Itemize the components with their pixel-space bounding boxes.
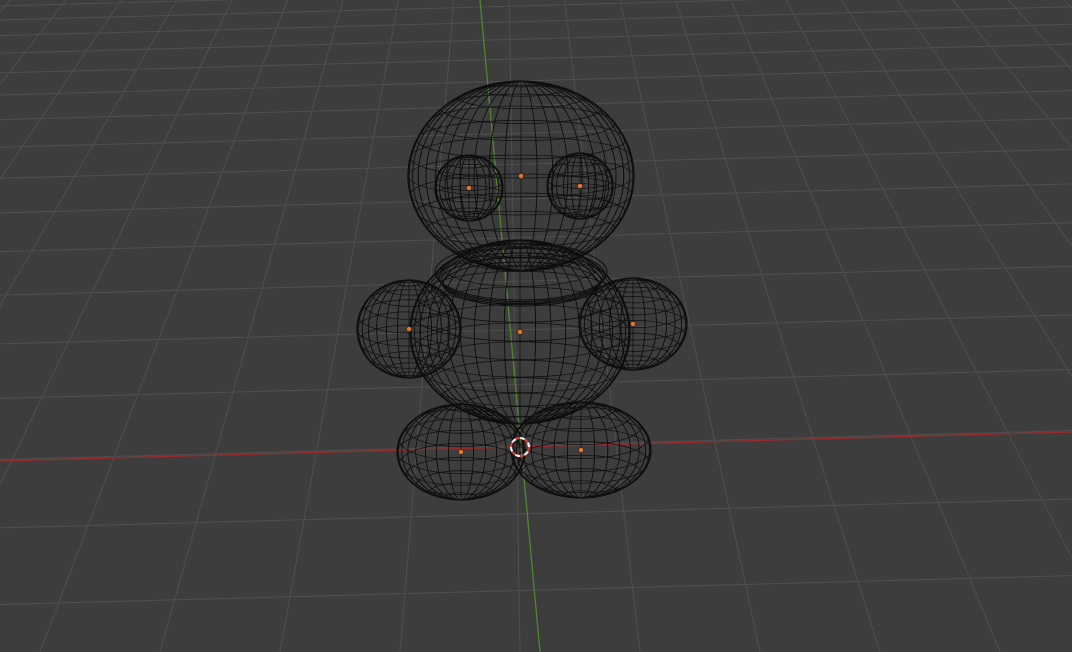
grid-line bbox=[0, 43, 1072, 74]
grid-line bbox=[0, 6, 1072, 37]
foot-right-origin-dot[interactable] bbox=[578, 447, 584, 453]
grid-line bbox=[0, 222, 1072, 253]
grid-line bbox=[0, 23, 1072, 54]
grid-line bbox=[0, 575, 1072, 606]
body-origin-dot[interactable] bbox=[517, 329, 523, 335]
grid-line bbox=[0, 368, 1072, 399]
arm-right-origin-dot[interactable] bbox=[630, 321, 636, 327]
grid-line bbox=[0, 65, 1072, 96]
head-origin-dot[interactable] bbox=[518, 173, 524, 179]
foot-left-origin-dot[interactable] bbox=[458, 449, 464, 455]
grid-line bbox=[0, 430, 1072, 460]
eye-left-origin-dot[interactable] bbox=[466, 185, 472, 191]
wireframe-meshes[interactable] bbox=[356, 79, 688, 505]
foot-right-mesh[interactable] bbox=[510, 398, 652, 503]
arm-left-origin-dot[interactable] bbox=[406, 326, 412, 332]
arm-left-mesh[interactable] bbox=[356, 277, 462, 381]
eye-left-mesh[interactable] bbox=[434, 154, 504, 222]
grid-line bbox=[0, 0, 760, 21]
grid-line bbox=[0, 498, 1072, 529]
3d-viewport[interactable] bbox=[0, 0, 1072, 652]
grid-line bbox=[0, 90, 1072, 121]
viewport-canvas[interactable] bbox=[0, 0, 1072, 652]
3d-cursor-icon[interactable] bbox=[509, 436, 531, 458]
eye-right-origin-dot[interactable] bbox=[577, 183, 583, 189]
grid-line bbox=[39, 0, 288, 652]
eye-right-mesh[interactable] bbox=[546, 152, 614, 220]
